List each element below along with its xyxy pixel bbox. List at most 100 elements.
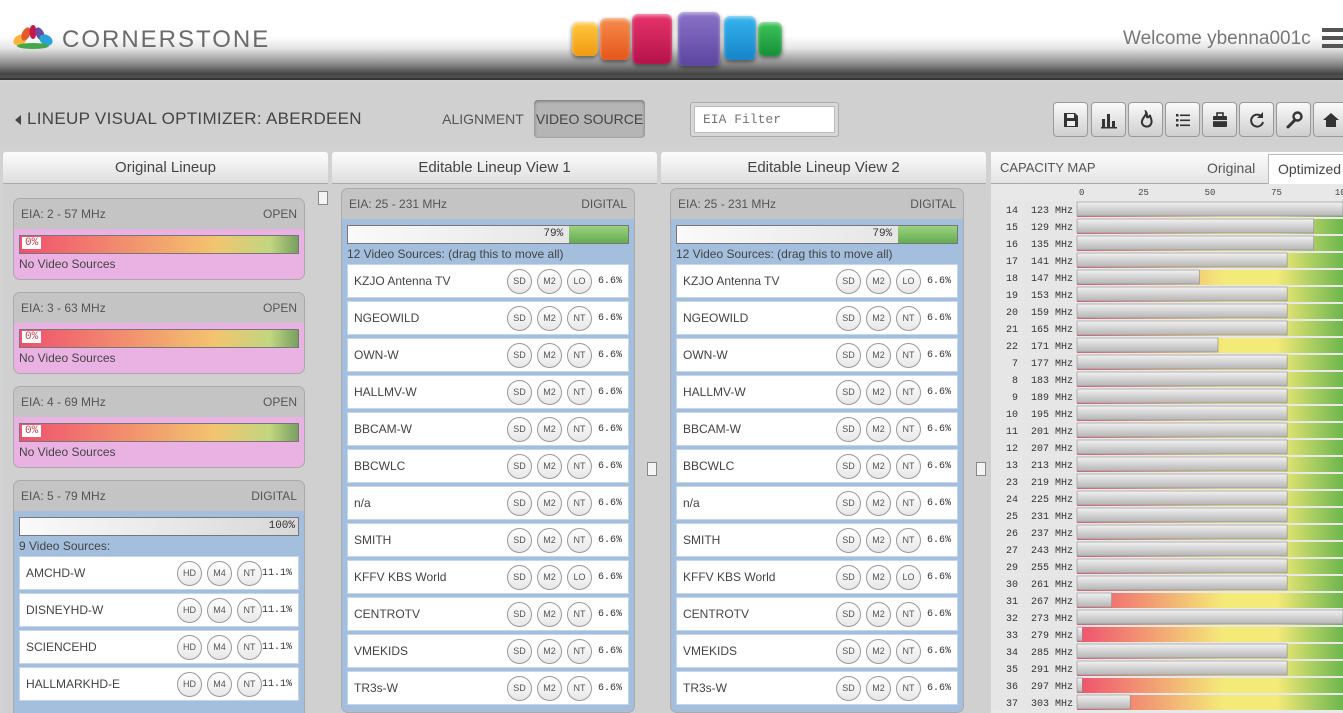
mux-badge[interactable]: M2 bbox=[866, 268, 891, 294]
tier-badge[interactable]: NT bbox=[896, 416, 921, 442]
video-source-row[interactable]: OWN-W SD M2 NT 6.6% bbox=[676, 338, 958, 372]
mux-badge[interactable]: M2 bbox=[537, 638, 562, 664]
mux-badge[interactable]: M4 bbox=[207, 597, 232, 623]
resolution-badge[interactable]: SD bbox=[836, 564, 861, 590]
tier-badge[interactable]: NT bbox=[237, 671, 262, 697]
mux-badge[interactable]: M2 bbox=[537, 305, 562, 331]
video-source-row[interactable]: KFFV KBS World SD M2 LO 6.6% bbox=[676, 560, 958, 594]
resolution-badge[interactable]: SD bbox=[836, 638, 861, 664]
drag-all-handle[interactable]: 12 Video Sources: (drag this to move all… bbox=[671, 244, 963, 261]
capacity-bar[interactable] bbox=[1076, 626, 1083, 642]
bar-chart-button[interactable] bbox=[1091, 102, 1126, 137]
back-arrow-icon[interactable] bbox=[15, 115, 21, 125]
capacity-bar[interactable] bbox=[1076, 439, 1288, 455]
capacity-bar[interactable] bbox=[1076, 694, 1131, 710]
tier-badge[interactable]: NT bbox=[896, 453, 921, 479]
mux-badge[interactable]: M4 bbox=[207, 671, 232, 697]
save-button[interactable] bbox=[1053, 102, 1088, 137]
mux-badge[interactable]: M2 bbox=[866, 675, 891, 701]
tier-badge[interactable]: LO bbox=[896, 564, 921, 590]
tier-badge[interactable]: NT bbox=[896, 675, 921, 701]
refresh-button[interactable] bbox=[1239, 102, 1274, 137]
capacity-bar[interactable] bbox=[1076, 592, 1112, 608]
mux-badge[interactable]: M2 bbox=[866, 416, 891, 442]
mux-badge[interactable]: M2 bbox=[537, 416, 562, 442]
resolution-badge[interactable]: HD bbox=[177, 634, 202, 660]
capacity-bar[interactable] bbox=[1076, 405, 1288, 421]
eia-group[interactable]: EIA: 5 - 79 MHz DIGITAL 100% 9 Video Sour… bbox=[13, 480, 305, 713]
resolution-badge[interactable]: SD bbox=[507, 453, 532, 479]
mux-badge[interactable]: M2 bbox=[537, 564, 562, 590]
tab-video-source[interactable]: VIDEO SOURCE bbox=[534, 100, 645, 138]
resolution-badge[interactable]: SD bbox=[836, 527, 861, 553]
resolution-badge[interactable]: SD bbox=[836, 490, 861, 516]
mux-badge[interactable]: M2 bbox=[537, 601, 562, 627]
resolution-badge[interactable]: SD bbox=[507, 638, 532, 664]
resolution-badge[interactable]: SD bbox=[836, 416, 861, 442]
resolution-badge[interactable]: SD bbox=[507, 379, 532, 405]
resolution-badge[interactable]: HD bbox=[177, 597, 202, 623]
tier-badge[interactable]: LO bbox=[896, 268, 921, 294]
mux-badge[interactable]: M2 bbox=[866, 601, 891, 627]
capacity-bar[interactable] bbox=[1076, 456, 1288, 472]
mux-badge[interactable]: M2 bbox=[866, 342, 891, 368]
tier-badge[interactable]: NT bbox=[567, 527, 592, 553]
mux-badge[interactable]: M2 bbox=[537, 379, 562, 405]
home-button[interactable] bbox=[1313, 102, 1343, 137]
tier-badge[interactable]: NT bbox=[567, 379, 592, 405]
tier-badge[interactable]: NT bbox=[896, 305, 921, 331]
capacity-bar[interactable] bbox=[1076, 269, 1200, 285]
tier-badge[interactable]: NT bbox=[237, 597, 262, 623]
video-source-row[interactable]: TR3s-W SD M2 NT 6.6% bbox=[347, 671, 629, 705]
tier-badge[interactable]: NT bbox=[896, 601, 921, 627]
capacity-bar[interactable] bbox=[1076, 201, 1343, 217]
capacity-bar[interactable] bbox=[1076, 303, 1288, 319]
tier-badge[interactable]: NT bbox=[567, 453, 592, 479]
video-source-row[interactable]: n/a SD M2 NT 6.6% bbox=[676, 486, 958, 520]
video-source-row[interactable]: SCIENCEHD HD M4 NT 11.1% bbox=[19, 630, 299, 664]
video-source-row[interactable]: KZJO Antenna TV SD M2 LO 6.6% bbox=[347, 264, 629, 298]
mux-badge[interactable]: M2 bbox=[866, 305, 891, 331]
eia-group[interactable]: EIA: 4 - 69 MHz OPEN 0% No Video Sources bbox=[13, 386, 305, 468]
video-source-row[interactable]: KFFV KBS World SD M2 LO 6.6% bbox=[347, 560, 629, 594]
tier-badge[interactable]: NT bbox=[567, 675, 592, 701]
capacity-mode-original[interactable]: Original bbox=[1207, 160, 1255, 176]
resolution-badge[interactable]: HD bbox=[177, 560, 202, 586]
video-source-row[interactable]: BBCAM-W SD M2 NT 6.6% bbox=[347, 412, 629, 446]
resolution-badge[interactable]: SD bbox=[507, 675, 532, 701]
resolution-badge[interactable]: SD bbox=[836, 379, 861, 405]
video-source-row[interactable]: HALLMV-W SD M2 NT 6.6% bbox=[676, 375, 958, 409]
tier-badge[interactable]: NT bbox=[896, 638, 921, 664]
hamburger-menu-icon[interactable] bbox=[1322, 28, 1343, 52]
capacity-bar[interactable] bbox=[1076, 677, 1083, 693]
mux-badge[interactable]: M4 bbox=[207, 634, 232, 660]
resolution-badge[interactable]: SD bbox=[836, 601, 861, 627]
resolution-badge[interactable]: SD bbox=[507, 268, 532, 294]
mux-badge[interactable]: M2 bbox=[537, 490, 562, 516]
capacity-bar[interactable] bbox=[1076, 252, 1288, 268]
video-source-row[interactable]: NGEOWILD SD M2 NT 6.6% bbox=[347, 301, 629, 335]
drag-all-handle[interactable]: 12 Video Sources: (drag this to move all… bbox=[342, 244, 634, 261]
video-source-row[interactable]: SMITH SD M2 NT 6.6% bbox=[676, 523, 958, 557]
tier-badge[interactable]: NT bbox=[237, 560, 262, 586]
tier-badge[interactable]: NT bbox=[567, 416, 592, 442]
capacity-bar[interactable] bbox=[1076, 541, 1288, 557]
tier-badge[interactable]: NT bbox=[896, 490, 921, 516]
capacity-bar[interactable] bbox=[1076, 337, 1219, 353]
tier-badge[interactable]: NT bbox=[567, 490, 592, 516]
mux-badge[interactable]: M2 bbox=[866, 527, 891, 553]
eia-group[interactable]: EIA: 2 - 57 MHz OPEN 0% No Video Sources bbox=[13, 198, 305, 280]
resolution-badge[interactable]: SD bbox=[507, 305, 532, 331]
resolution-badge[interactable]: SD bbox=[507, 342, 532, 368]
resolution-badge[interactable]: SD bbox=[836, 342, 861, 368]
briefcase-button[interactable] bbox=[1202, 102, 1237, 137]
video-source-row[interactable]: CENTROTV SD M2 NT 6.6% bbox=[676, 597, 958, 631]
video-source-row[interactable]: TR3s-W SD M2 NT 6.6% bbox=[676, 671, 958, 705]
eia-filter-input[interactable] bbox=[694, 106, 835, 133]
video-source-row[interactable]: HALLMARKHD-E HD M4 NT 11.1% bbox=[19, 667, 299, 701]
eia-group[interactable]: EIA: 25 - 231 MHz DIGITAL 79% 12 Video So… bbox=[670, 188, 964, 713]
resolution-badge[interactable]: SD bbox=[507, 527, 532, 553]
capacity-bar[interactable] bbox=[1076, 490, 1288, 506]
capacity-bar[interactable] bbox=[1076, 354, 1288, 370]
video-source-row[interactable]: VMEKIDS SD M2 NT 6.6% bbox=[347, 634, 629, 668]
